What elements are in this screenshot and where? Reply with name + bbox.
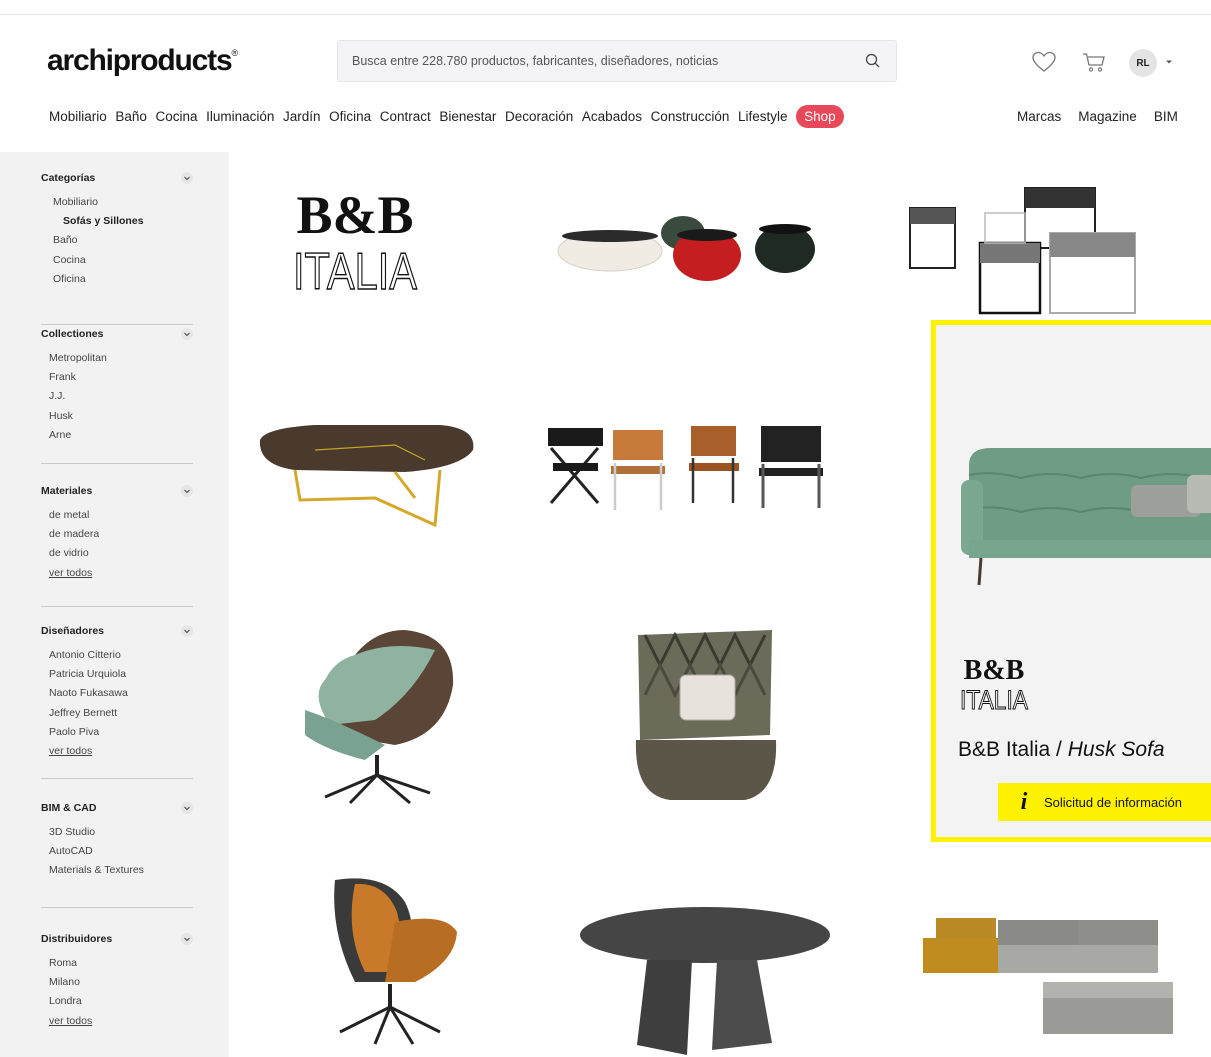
info-icon: i bbox=[1020, 788, 1028, 815]
facet-categorias: Categorías Mobiliario Sofás y Sillones B… bbox=[41, 171, 193, 325]
filter-option[interactable]: Arne bbox=[41, 428, 193, 447]
filter-option-selected[interactable]: Sofás y Sillones bbox=[41, 214, 193, 233]
filter-option[interactable]: Oficina bbox=[41, 272, 193, 291]
product-coffee-table[interactable] bbox=[255, 420, 480, 530]
filter-option[interactable]: Baño bbox=[41, 233, 193, 252]
top-divider bbox=[0, 14, 1211, 15]
svg-text:ITALIA: ITALIA bbox=[293, 243, 417, 295]
facet-title[interactable]: Materiales bbox=[41, 484, 193, 498]
chevron-down-icon[interactable] bbox=[181, 625, 193, 637]
filter-sidebar: Categorías Mobiliario Sofás y Sillones B… bbox=[0, 152, 229, 1057]
promo-title[interactable]: B&B Italia / Husk Sofa bbox=[958, 738, 1165, 762]
nav-bim[interactable]: BIM bbox=[1154, 109, 1178, 124]
divider bbox=[41, 907, 193, 908]
facet-title[interactable]: Categorías bbox=[41, 171, 193, 185]
info-request-button[interactable]: i Solicitud de información bbox=[998, 783, 1211, 821]
product-office-chair[interactable] bbox=[325, 872, 465, 1047]
filter-option[interactable]: Husk bbox=[41, 409, 193, 428]
filter-option[interactable]: de vidrio bbox=[41, 546, 193, 565]
nav-cocina[interactable]: Cocina bbox=[156, 109, 198, 124]
brand-logo-bb-italia[interactable]: B&B ITALIA bbox=[290, 185, 420, 295]
filter-option[interactable]: Cocina bbox=[41, 253, 193, 272]
divider bbox=[41, 463, 193, 464]
facet-title[interactable]: Collectiones bbox=[41, 327, 193, 341]
user-avatar[interactable]: RL bbox=[1129, 49, 1157, 77]
secondary-nav: Marcas Magazine BIM bbox=[1017, 103, 1195, 129]
filter-option[interactable]: Paolo Piva bbox=[41, 725, 193, 744]
site-logo[interactable]: archiproducts® bbox=[47, 44, 238, 78]
search-bar[interactable] bbox=[337, 40, 897, 82]
filter-option[interactable]: Roma bbox=[41, 956, 193, 975]
nav-marcas[interactable]: Marcas bbox=[1017, 109, 1061, 124]
chevron-down-icon[interactable] bbox=[181, 172, 193, 184]
facet-materiales: Materiales de metal de madera de vidrio … bbox=[41, 484, 193, 607]
nav-lifestyle[interactable]: Lifestyle bbox=[738, 109, 788, 124]
nav-iluminacion[interactable]: Iluminación bbox=[206, 109, 274, 124]
divider bbox=[41, 324, 193, 325]
facet-title[interactable]: Diseñadores bbox=[41, 624, 193, 638]
product-swivel-armchair[interactable] bbox=[295, 625, 460, 805]
nav-oficina[interactable]: Oficina bbox=[329, 109, 371, 124]
chevron-down-icon[interactable] bbox=[181, 328, 193, 340]
nav-acabados[interactable]: Acabados bbox=[582, 109, 642, 124]
filter-option[interactable]: de metal bbox=[41, 508, 193, 527]
facet-bim-cad: BIM & CAD 3D Studio AutoCAD Materials & … bbox=[41, 801, 193, 908]
facet-colecciones: Collectiones Metropolitan Frank J.J. Hus… bbox=[41, 327, 193, 464]
promo-sofa-image bbox=[961, 448, 1211, 586]
divider bbox=[41, 606, 193, 607]
nav-bienestar[interactable]: Bienestar bbox=[439, 109, 496, 124]
product-modular-sofa[interactable] bbox=[918, 910, 1188, 1040]
filter-option[interactable]: Jeffrey Bernett bbox=[41, 706, 193, 725]
search-input[interactable] bbox=[352, 41, 852, 81]
filter-option[interactable]: Metropolitan bbox=[41, 351, 193, 370]
chevron-down-icon[interactable] bbox=[181, 802, 193, 814]
product-poufs[interactable] bbox=[555, 205, 825, 285]
nav-contract[interactable]: Contract bbox=[380, 109, 431, 124]
main-nav: Mobiliario Baño Cocina Iluminación Jardí… bbox=[49, 103, 852, 129]
product-side-tables[interactable] bbox=[905, 183, 1140, 323]
nav-shop-button[interactable]: Shop bbox=[796, 104, 844, 128]
filter-option[interactable]: Frank bbox=[41, 370, 193, 389]
chevron-down-icon[interactable] bbox=[181, 933, 193, 945]
product-armchairs-set[interactable] bbox=[543, 418, 843, 518]
facet-distribuidores: Distribuidores Roma Milano Londra ver to… bbox=[41, 932, 193, 1033]
product-dining-table[interactable] bbox=[577, 905, 833, 1057]
divider bbox=[41, 778, 193, 779]
filter-option[interactable]: J.J. bbox=[41, 389, 193, 408]
filter-option[interactable]: Naoto Fukasawa bbox=[41, 686, 193, 705]
filter-option[interactable]: 3D Studio bbox=[41, 825, 193, 844]
facet-disenadores: Diseñadores Antonio Citterio Patricia Ur… bbox=[41, 624, 193, 779]
nav-bano[interactable]: Baño bbox=[115, 109, 147, 124]
filter-option[interactable]: de madera bbox=[41, 527, 193, 546]
nav-construccion[interactable]: Construcción bbox=[651, 109, 730, 124]
heart-icon[interactable] bbox=[1031, 50, 1057, 74]
svg-text:ITALIA: ITALIA bbox=[960, 685, 1028, 713]
nav-magazine[interactable]: Magazine bbox=[1078, 109, 1137, 124]
nav-mobiliario[interactable]: Mobiliario bbox=[49, 109, 107, 124]
product-lounge-armchair[interactable] bbox=[630, 625, 780, 805]
filter-option[interactable]: Londra bbox=[41, 994, 193, 1013]
filter-option[interactable]: Materials & Textures bbox=[41, 863, 193, 882]
chevron-down-icon[interactable] bbox=[181, 485, 193, 497]
facet-title[interactable]: BIM & CAD bbox=[41, 801, 193, 815]
see-all-link[interactable]: ver todos bbox=[41, 744, 193, 763]
promo-card[interactable]: B&B ITALIA B&B Italia / Husk Sofa i Soli… bbox=[931, 320, 1211, 842]
search-icon[interactable] bbox=[864, 52, 882, 70]
see-all-link[interactable]: ver todos bbox=[41, 1014, 193, 1033]
filter-option[interactable]: Antonio Citterio bbox=[41, 648, 193, 667]
filter-option[interactable]: Mobiliario bbox=[41, 195, 193, 214]
filter-option[interactable]: Milano bbox=[41, 975, 193, 994]
see-all-link[interactable]: ver todos bbox=[41, 566, 193, 585]
caret-down-icon[interactable] bbox=[1164, 58, 1174, 66]
svg-text:B&B: B&B bbox=[964, 655, 1025, 686]
filter-option[interactable]: AutoCAD bbox=[41, 844, 193, 863]
facet-title[interactable]: Distribuidores bbox=[41, 932, 193, 946]
cart-icon[interactable] bbox=[1081, 50, 1107, 74]
nav-jardin[interactable]: Jardín bbox=[283, 109, 321, 124]
svg-text:B&B: B&B bbox=[296, 185, 413, 245]
promo-brand-logo: B&B ITALIA bbox=[960, 655, 1029, 713]
nav-decoracion[interactable]: Decoración bbox=[505, 109, 573, 124]
filter-option[interactable]: Patricia Urquiola bbox=[41, 667, 193, 686]
